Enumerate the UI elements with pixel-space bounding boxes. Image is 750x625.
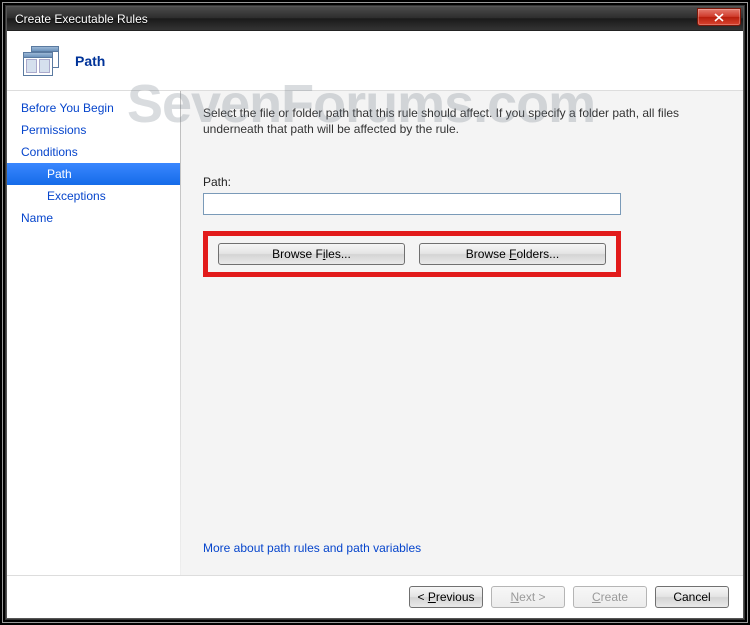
window-title: Create Executable Rules	[15, 12, 697, 26]
main-panel: Select the file or folder path that this…	[181, 91, 743, 575]
wizard-footer: < Previous Next > Create Cancel	[7, 575, 743, 618]
browse-folders-button[interactable]: Browse Folders...	[419, 243, 606, 265]
previous-button[interactable]: < Previous	[409, 586, 483, 608]
nav-exceptions[interactable]: Exceptions	[7, 185, 180, 207]
close-icon	[714, 13, 724, 22]
content-area: SevenForums.com Before You Begin Permiss…	[7, 91, 743, 575]
titlebar: Create Executable Rules	[7, 7, 743, 31]
page-description: Select the file or folder path that this…	[203, 105, 715, 137]
cancel-button[interactable]: Cancel	[655, 586, 729, 608]
wizard-sidebar: Before You Begin Permissions Conditions …	[7, 91, 181, 575]
create-button[interactable]: Create	[573, 586, 647, 608]
page-title: Path	[75, 53, 105, 69]
path-input[interactable]	[203, 193, 621, 215]
browse-files-button[interactable]: Browse Files...	[218, 243, 405, 265]
nav-name[interactable]: Name	[7, 207, 180, 229]
dialog-window: Create Executable Rules Path SevenForums…	[6, 6, 744, 619]
nav-permissions[interactable]: Permissions	[7, 119, 180, 141]
next-button[interactable]: Next >	[491, 586, 565, 608]
nav-conditions[interactable]: Conditions	[7, 141, 180, 163]
path-label: Path:	[203, 175, 715, 189]
spacer	[203, 277, 715, 541]
nav-before-you-begin[interactable]: Before You Begin	[7, 97, 180, 119]
app-icon	[23, 46, 61, 76]
close-button[interactable]	[697, 8, 741, 26]
help-link[interactable]: More about path rules and path variables	[203, 541, 715, 555]
browse-highlight: Browse Files... Browse Folders...	[203, 231, 621, 277]
wizard-header: Path	[7, 31, 743, 91]
nav-path[interactable]: Path	[7, 163, 180, 185]
